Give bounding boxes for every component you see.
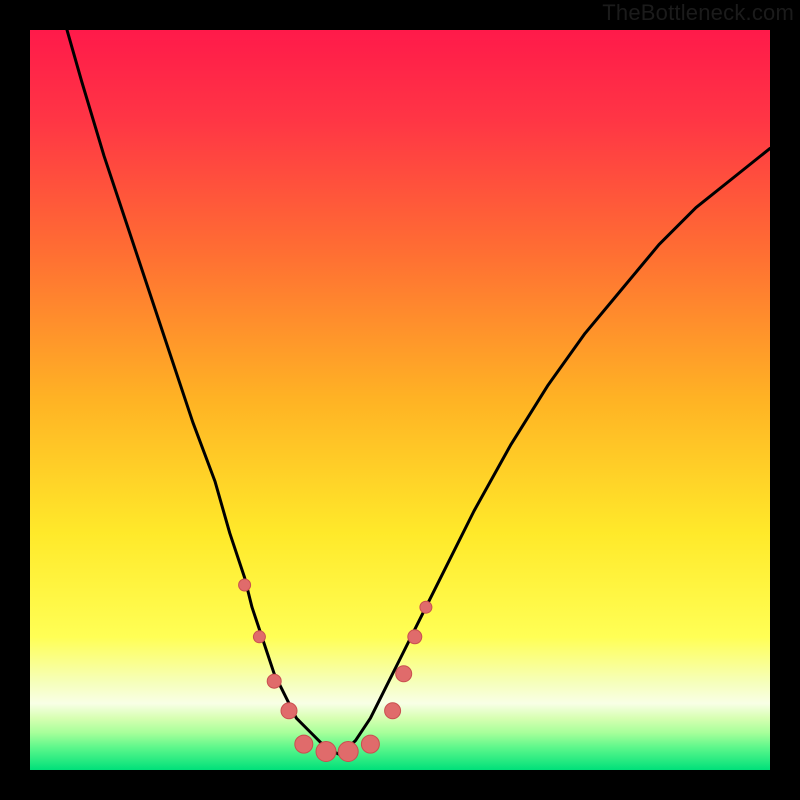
data-marker bbox=[338, 742, 358, 762]
chart-outer-frame: TheBottleneck.com bbox=[0, 0, 800, 800]
curve-right-branch bbox=[341, 148, 770, 755]
data-marker bbox=[253, 631, 265, 643]
data-marker bbox=[239, 579, 251, 591]
data-marker bbox=[361, 735, 379, 753]
data-marker bbox=[408, 630, 422, 644]
plot-area bbox=[30, 30, 770, 770]
data-marker bbox=[385, 703, 401, 719]
chart-curves bbox=[30, 30, 770, 770]
data-marker bbox=[316, 742, 336, 762]
watermark-label: TheBottleneck.com bbox=[602, 0, 794, 26]
data-marker bbox=[396, 666, 412, 682]
curve-left-branch bbox=[67, 30, 341, 755]
data-marker bbox=[295, 735, 313, 753]
data-marker bbox=[267, 674, 281, 688]
data-marker bbox=[420, 601, 432, 613]
data-marker bbox=[281, 703, 297, 719]
